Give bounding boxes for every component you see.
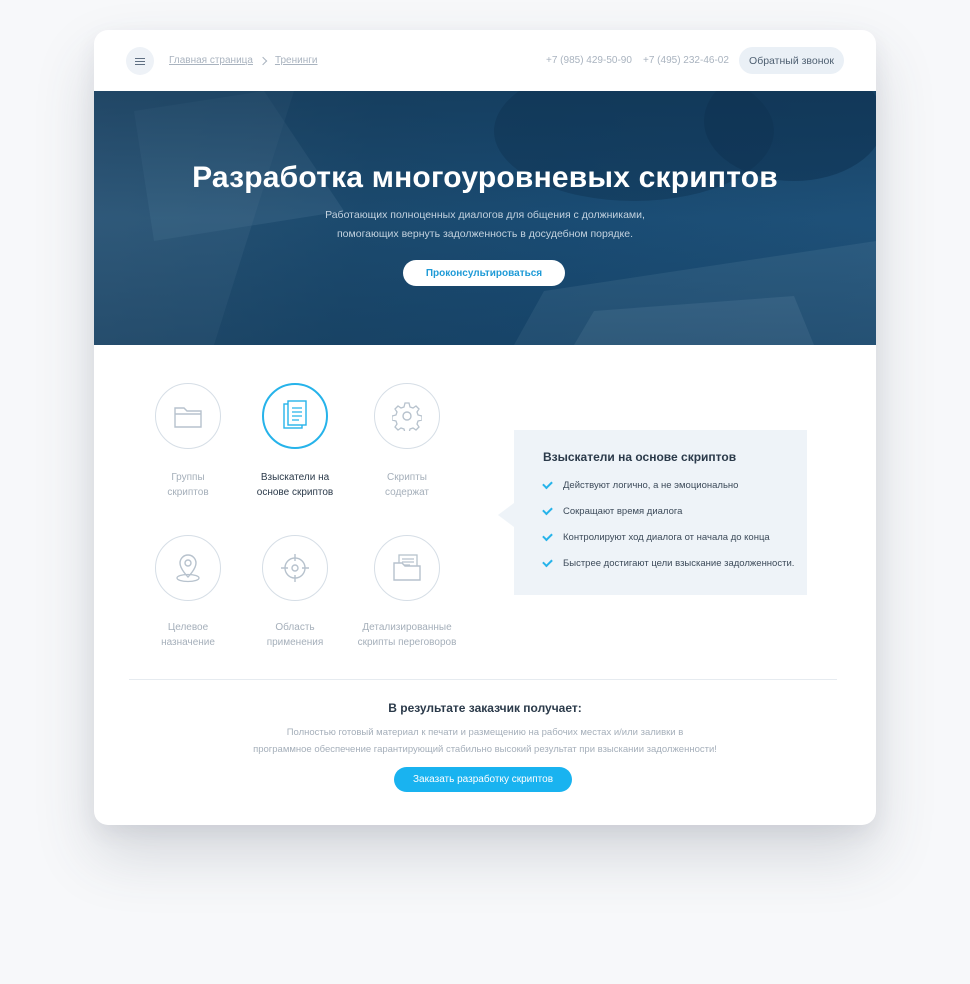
menu-button[interactable] (126, 47, 154, 75)
feature-target-purpose[interactable] (155, 535, 221, 601)
feature-application-area[interactable] (262, 535, 328, 601)
info-list-item: Быстрее достигают цели взыскание задолже… (542, 556, 794, 569)
info-list-item: Контролируют ход диалога от начала до ко… (542, 530, 770, 543)
document-icon (283, 400, 307, 429)
files-icon (393, 554, 421, 581)
result-text-line1: Полностью готовый материал к печати и ра… (286, 727, 684, 738)
checkmark-icon (542, 530, 553, 542)
hamburger-icon (135, 57, 145, 65)
feature-label-active: Взыскатели на основе скриптов (256, 472, 334, 498)
feature-label: Область применения (266, 622, 324, 648)
checkmark-icon (542, 478, 553, 490)
location-pin-icon (176, 554, 200, 583)
feature-label: Целевое назначение (161, 622, 215, 648)
info-title: Взыскатели на основе скриптов (543, 450, 737, 464)
section-divider (129, 679, 837, 680)
hero-title: Разработка многоуровневых скриптов (192, 161, 778, 194)
hero-subtitle-line2: помогающих вернуть задолженность в досуд… (337, 228, 633, 240)
result-title: В результате заказчик получает: (388, 701, 582, 715)
breadcrumb-trainings-link[interactable]: Тренинги (275, 55, 318, 66)
result-text-line2: программное обеспечение гарантирующий ст… (253, 744, 717, 755)
breadcrumb: Главная страница Тренинги (169, 55, 318, 66)
phone-number-2[interactable]: +7 (495) 232-46-02 (643, 55, 729, 66)
info-list-item: Сокращают время диалога (542, 504, 682, 517)
feature-scripts-groups[interactable] (155, 383, 221, 449)
phone-number-1[interactable]: +7 (985) 429-50-90 (546, 55, 632, 66)
feature-label: Детализированные скрипты переговоров (357, 622, 457, 648)
order-scripts-button[interactable]: Заказать разработку скриптов (394, 767, 572, 792)
breadcrumb-home-link[interactable]: Главная страница (169, 55, 253, 66)
chevron-right-icon (258, 56, 268, 65)
page-card: Главная страница Тренинги +7 (985) 429-5… (94, 30, 876, 825)
top-header: Главная страница Тренинги +7 (985) 429-5… (94, 30, 876, 91)
checkmark-icon (542, 556, 553, 568)
feature-detailed-scripts[interactable] (374, 535, 440, 601)
checkmark-icon (542, 504, 553, 516)
gear-icon (392, 402, 422, 431)
callback-button[interactable]: Обратный звонок (739, 47, 844, 74)
feature-scripts-contain[interactable] (374, 383, 440, 449)
feature-script-collectors[interactable] (262, 383, 328, 449)
info-list-item: Действуют логично, а не эмоционально (542, 478, 738, 491)
info-pointer (498, 503, 514, 527)
info-panel: Взыскатели на основе скриптов Действуют … (514, 430, 807, 595)
crosshair-icon (281, 554, 309, 582)
folder-icon (174, 407, 202, 428)
hero-banner: Разработка многоуровневых скриптов Работ… (94, 91, 876, 345)
hero-subtitle-line1: Работающих полноценных диалогов для обще… (325, 209, 645, 221)
feature-label: Группы скриптов (167, 472, 209, 498)
consult-button[interactable]: Проконсультироваться (403, 260, 565, 286)
feature-label: Скрипты содержат (384, 472, 430, 498)
